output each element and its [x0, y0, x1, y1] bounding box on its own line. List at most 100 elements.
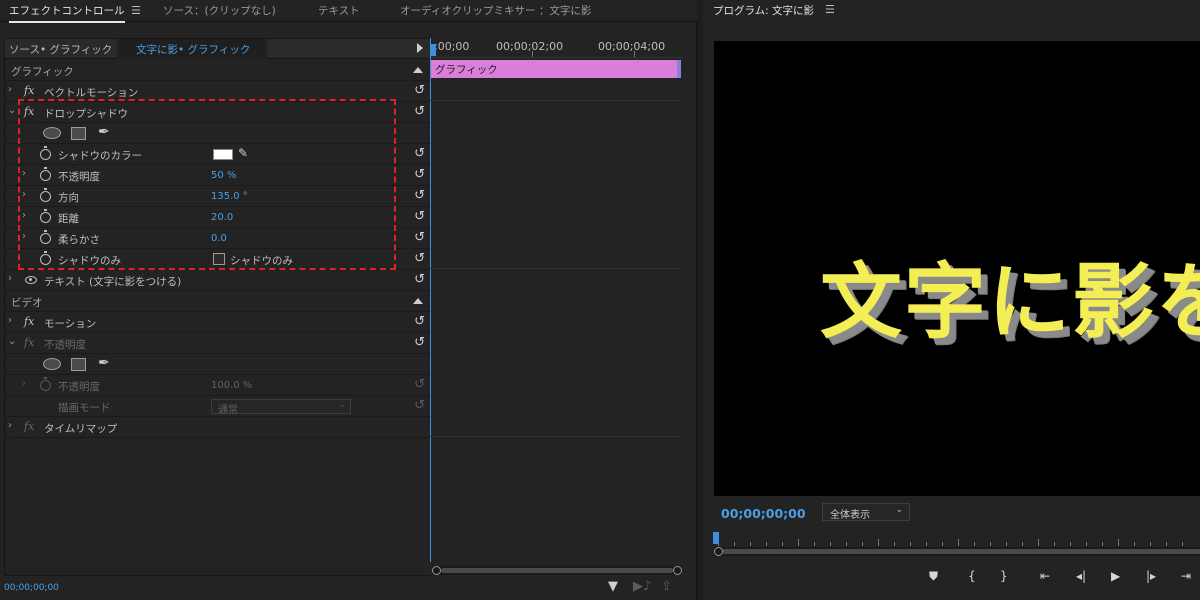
playhead-handle[interactable] [430, 44, 436, 56]
collapse-triangle-icon[interactable] [413, 298, 423, 304]
rectangle-mask-icon[interactable] [71, 358, 86, 371]
text-layer[interactable]: › テキスト (文字に影をつける) ↺ [5, 270, 431, 291]
reset-icon[interactable]: ↺ [414, 146, 425, 161]
fx-icon[interactable]: fx [24, 105, 34, 118]
scroll-bar[interactable] [441, 568, 673, 573]
clip-selector[interactable]: 文字に影• グラフィック [117, 39, 267, 59]
fx-disabled-icon[interactable]: fx [24, 336, 34, 349]
fx-disabled-icon[interactable]: fx [24, 420, 34, 433]
scroll-handle-left[interactable] [432, 566, 441, 575]
reset-icon[interactable]: ↺ [414, 251, 425, 266]
scroll-bar[interactable] [723, 549, 1200, 554]
tab-audio-clip-mixer[interactable]: オーディオクリップミキサー ：文字に影 [400, 3, 591, 18]
add-marker-icon[interactable]: ⛊ [929, 569, 938, 584]
chevron-down-icon[interactable]: ⌄ [8, 336, 16, 347]
program-timecode[interactable]: 00;00;00;00 [721, 506, 806, 521]
stopwatch-icon[interactable] [40, 146, 51, 160]
blend-mode-select[interactable]: 通常 ⌄ [211, 399, 351, 416]
reset-icon[interactable]: ↺ [414, 167, 425, 182]
effect-vector-motion[interactable]: › fx ベクトルモーション ↺ [5, 81, 431, 102]
zoom-select[interactable]: 全体表示 ⌄ [822, 503, 910, 521]
shadow-only-checkbox[interactable] [213, 253, 225, 265]
chevron-right-icon[interactable]: › [8, 315, 12, 326]
chevron-right-icon[interactable]: › [22, 231, 26, 242]
play-icon[interactable]: ▶ [1111, 569, 1120, 583]
tab-text[interactable]: テキスト [318, 3, 360, 18]
play-triangle-icon[interactable] [417, 43, 423, 53]
program-playhead[interactable] [713, 532, 719, 544]
stopwatch-icon[interactable] [40, 209, 51, 223]
collapse-triangle-icon[interactable] [413, 67, 423, 73]
opacity-value[interactable]: 50 % [211, 170, 236, 181]
effect-time-remap[interactable]: › fx タイムリマップ [5, 417, 431, 438]
chevron-right-icon[interactable]: › [8, 273, 12, 284]
fx-icon[interactable]: fx [24, 84, 34, 97]
tab-effect-controls[interactable]: エフェクトコントロール [9, 3, 125, 23]
reset-icon[interactable]: ↺ [414, 104, 425, 119]
reset-icon[interactable]: ↺ [414, 314, 425, 329]
play-audio-icon[interactable]: ▶♪ [633, 579, 651, 594]
distance-value[interactable]: 20.0 [211, 212, 233, 223]
panel-menu-icon[interactable]: ☰ [131, 4, 141, 17]
graphic-clip-bar[interactable]: グラフィック [431, 60, 681, 78]
mark-out-icon[interactable]: } [1000, 569, 1008, 583]
pen-mask-icon[interactable]: ✒ [98, 355, 110, 371]
ellipse-mask-icon[interactable] [43, 127, 61, 139]
scroll-handle-right[interactable] [673, 566, 682, 575]
panel-menu-icon[interactable]: ☰ [825, 3, 835, 16]
direction-value[interactable]: 135.0 ° [211, 191, 248, 202]
reset-icon[interactable]: ↺ [414, 83, 425, 98]
stopwatch-icon[interactable] [40, 251, 51, 265]
stopwatch-icon[interactable] [40, 188, 51, 202]
reset-icon[interactable]: ↺ [414, 272, 425, 287]
stopwatch-icon[interactable] [40, 230, 51, 244]
effect-controls-timeline[interactable]: ;00;00 00;00;02;00 00;00;04;00 [430, 38, 682, 576]
rectangle-mask-icon[interactable] [71, 127, 86, 140]
export-icon[interactable]: ⇪ [661, 579, 672, 594]
go-to-in-icon[interactable]: ⇤ [1040, 569, 1050, 583]
source-label[interactable]: ソース• グラフィック [9, 42, 112, 57]
chevron-right-icon[interactable]: › [8, 84, 12, 95]
timeline-scrollbar[interactable] [432, 566, 682, 575]
program-time-ruler[interactable] [714, 532, 1200, 546]
effect-opacity[interactable]: ⌄ fx 不透明度 ↺ [5, 333, 431, 354]
playhead-line[interactable] [430, 38, 431, 562]
mark-in-icon[interactable]: { [968, 569, 976, 583]
video-preview[interactable]: 文字に影を [714, 41, 1200, 496]
program-monitor-title[interactable]: プログラム: 文字に影 [713, 3, 814, 18]
reset-icon[interactable]: ↺ [414, 335, 425, 350]
chevron-right-icon[interactable]: › [22, 378, 26, 389]
reset-icon[interactable]: ↺ [414, 377, 425, 392]
effect-drop-shadow[interactable]: ⌄ fx ドロップシャドウ ↺ [5, 102, 431, 123]
step-back-icon[interactable]: ◂| [1076, 569, 1086, 583]
eye-icon[interactable] [25, 276, 37, 284]
pen-mask-icon[interactable]: ✒ [98, 124, 110, 140]
program-scrollbar[interactable] [714, 547, 1200, 556]
step-forward-icon[interactable]: |▸ [1146, 569, 1156, 583]
scroll-handle-left[interactable] [714, 547, 723, 556]
tab-source[interactable]: ソース：(クリップなし) [163, 3, 276, 18]
fx-icon[interactable]: fx [24, 315, 34, 328]
chevron-right-icon[interactable]: › [22, 210, 26, 221]
time-ruler[interactable]: ;00;00 00;00;02;00 00;00;04;00 [430, 38, 682, 58]
reset-icon[interactable]: ↺ [414, 188, 425, 203]
stopwatch-icon[interactable] [40, 167, 51, 181]
opacity-value[interactable]: 100.0 % [211, 380, 252, 391]
eyedropper-icon[interactable]: ✎ [238, 146, 248, 160]
go-to-out-icon[interactable]: ⇥ [1181, 569, 1191, 583]
chevron-right-icon[interactable]: › [8, 420, 12, 431]
reset-icon[interactable]: ↺ [414, 230, 425, 245]
stopwatch-icon[interactable] [40, 377, 51, 391]
current-timecode[interactable]: 00;00;00;00 [4, 583, 59, 593]
section-video[interactable]: ビデオ [5, 291, 431, 312]
effect-motion[interactable]: › fx モーション ↺ [5, 312, 431, 333]
filter-icon[interactable]: ▼ [608, 579, 618, 594]
ellipse-mask-icon[interactable] [43, 358, 61, 370]
reset-icon[interactable]: ↺ [414, 398, 425, 413]
chevron-right-icon[interactable]: › [22, 189, 26, 200]
chevron-down-icon[interactable]: ⌄ [8, 105, 16, 116]
softness-value[interactable]: 0.0 [211, 233, 227, 244]
color-swatch[interactable] [213, 149, 233, 160]
reset-icon[interactable]: ↺ [414, 209, 425, 224]
section-graphic[interactable]: グラフィック [5, 60, 431, 81]
